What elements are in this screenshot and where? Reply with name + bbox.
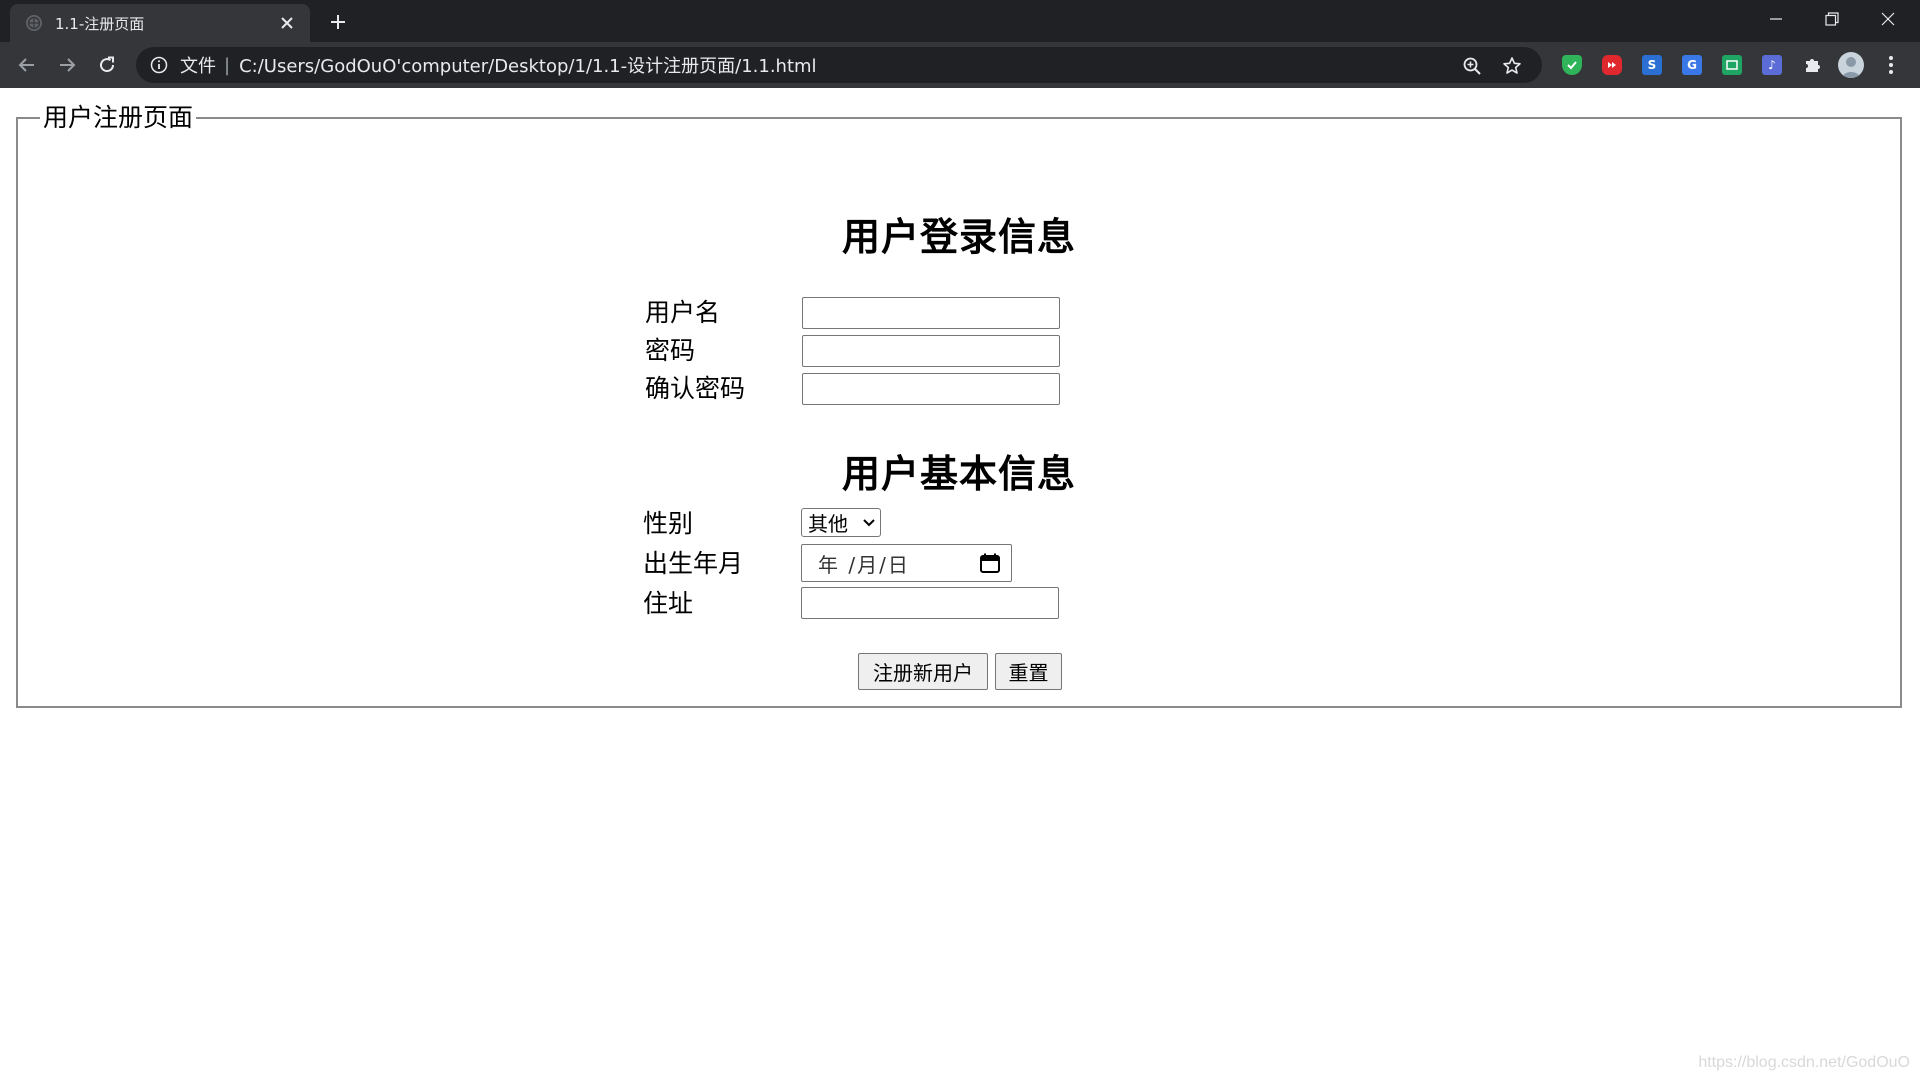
registration-fieldset: 用户注册页面 用户登录信息 用户名 密码 确认密码 用户基本信息 性别 其他 出… bbox=[16, 104, 1902, 708]
login-section-heading: 用户登录信息 bbox=[841, 215, 1076, 259]
birth-date-input[interactable]: 年 /月/日 bbox=[801, 544, 1012, 582]
gender-select[interactable]: 其他 bbox=[801, 508, 881, 537]
green-extension-icon[interactable] bbox=[1722, 55, 1742, 75]
page-content: 用户注册页面 用户登录信息 用户名 密码 确认密码 用户基本信息 性别 其他 出… bbox=[0, 88, 1920, 1080]
browser-title-bar: 1.1-注册页面 bbox=[0, 0, 1920, 42]
url-separator: | bbox=[224, 54, 231, 76]
kebab-menu-icon[interactable] bbox=[1878, 52, 1904, 78]
shield-extension-icon[interactable] bbox=[1562, 55, 1582, 75]
avatar[interactable] bbox=[1838, 52, 1864, 78]
plus-icon[interactable] bbox=[325, 9, 351, 35]
close-window-icon[interactable] bbox=[1860, 0, 1916, 38]
browser-toolbar: 文件 | C:/Users/GodOuO'computer/Desktop/1/… bbox=[0, 42, 1920, 88]
chevron-down-icon bbox=[858, 518, 880, 528]
reload-icon[interactable] bbox=[94, 52, 120, 78]
username-label: 用户名 bbox=[645, 298, 721, 327]
username-input[interactable] bbox=[802, 297, 1060, 329]
fieldset-legend: 用户注册页面 bbox=[40, 104, 197, 132]
address-label: 住址 bbox=[643, 589, 694, 618]
register-button[interactable]: 注册新用户 bbox=[858, 653, 988, 690]
info-icon[interactable] bbox=[150, 56, 168, 74]
birth-date-placeholder: 年 /月/日 bbox=[818, 552, 910, 577]
password-label: 密码 bbox=[645, 336, 696, 365]
arrow-left-icon[interactable] bbox=[14, 52, 40, 78]
puzzle-icon[interactable] bbox=[1802, 55, 1822, 75]
minimize-icon[interactable] bbox=[1748, 0, 1804, 38]
tab-title: 1.1-注册页面 bbox=[55, 14, 145, 33]
restore-icon[interactable] bbox=[1804, 0, 1860, 38]
gender-label: 性别 bbox=[643, 509, 694, 538]
star-icon[interactable] bbox=[1502, 56, 1522, 76]
birth-date-label: 出生年月 bbox=[643, 549, 744, 578]
address-bar[interactable]: 文件 | C:/Users/GodOuO'computer/Desktop/1/… bbox=[136, 47, 1542, 83]
globe-icon bbox=[25, 14, 43, 32]
gender-selected-value: 其他 bbox=[808, 512, 848, 536]
password-input[interactable] bbox=[802, 335, 1060, 367]
music-extension-icon[interactable]: ♪ bbox=[1762, 55, 1782, 75]
s-extension-icon[interactable]: S bbox=[1642, 55, 1662, 75]
watermark: https://blog.csdn.net/GodOuO bbox=[1698, 1054, 1910, 1071]
calendar-icon[interactable] bbox=[975, 552, 1005, 574]
arrow-right-icon[interactable] bbox=[54, 52, 80, 78]
address-input[interactable] bbox=[801, 587, 1059, 619]
video-extension-icon[interactable] bbox=[1602, 55, 1622, 75]
translate-extension-icon[interactable]: G bbox=[1682, 55, 1702, 75]
browser-tab[interactable]: 1.1-注册页面 bbox=[10, 4, 310, 42]
close-icon[interactable] bbox=[276, 12, 298, 34]
zoom-icon[interactable] bbox=[1462, 56, 1482, 76]
confirm-password-label: 确认密码 bbox=[645, 374, 746, 403]
basic-section-heading: 用户基本信息 bbox=[841, 452, 1076, 496]
reset-button[interactable]: 重置 bbox=[995, 653, 1062, 690]
url-scheme-label: 文件 bbox=[180, 56, 216, 77]
url-text[interactable]: C:/Users/GodOuO'computer/Desktop/1/1.1-设… bbox=[239, 52, 816, 78]
confirm-password-input[interactable] bbox=[802, 373, 1060, 405]
